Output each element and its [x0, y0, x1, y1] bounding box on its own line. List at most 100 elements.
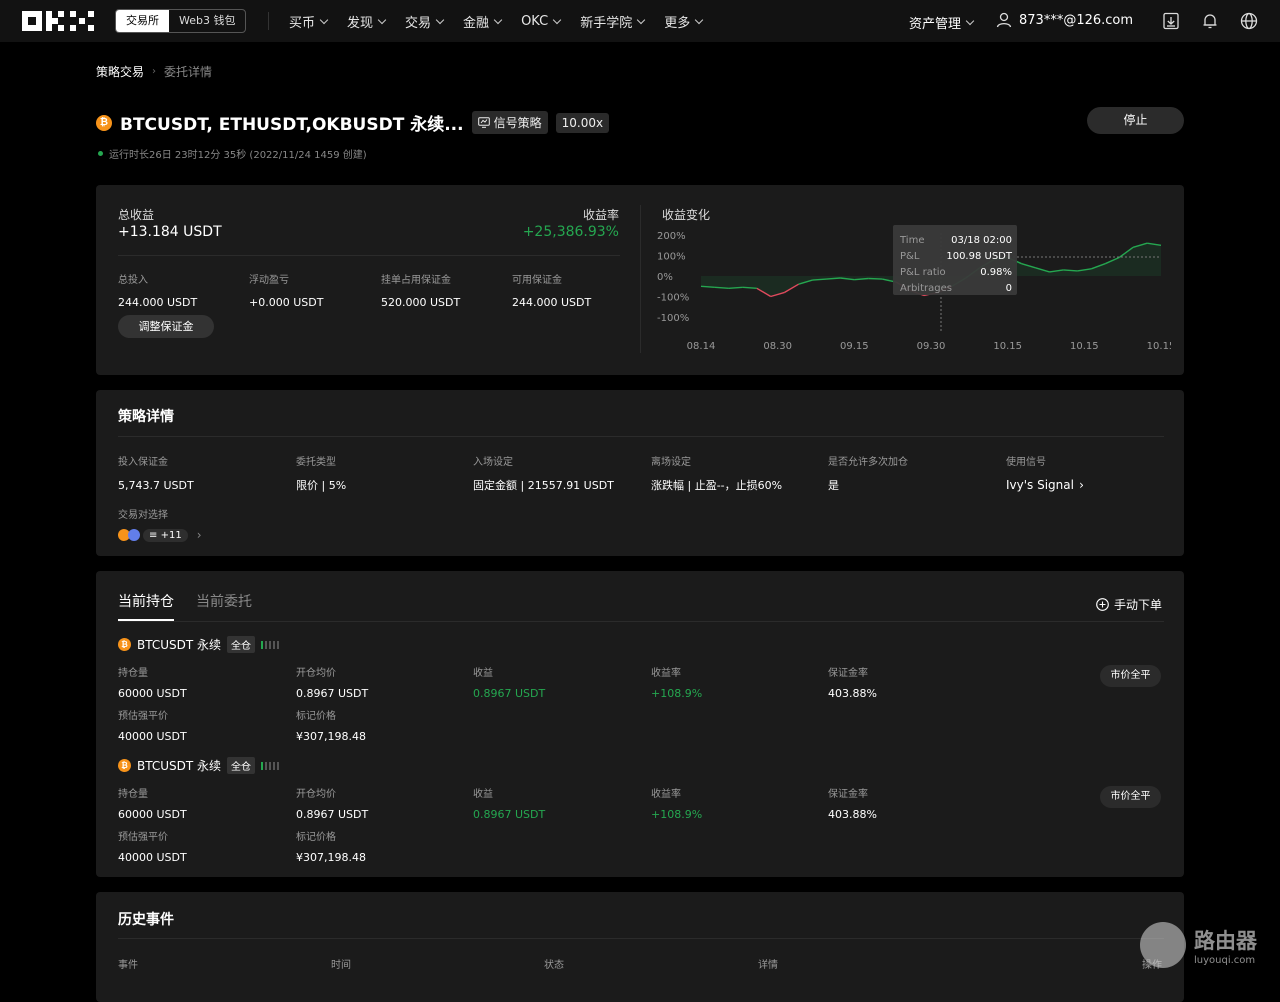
series-segment: [1063, 269, 1078, 272]
x-tick-label: 10.15: [993, 341, 1022, 352]
breadcrumb-order-detail: 委托详情: [164, 65, 213, 79]
pnl-chart[interactable]: 200% 100% 0% -100% -100% 08.14 08.30 09.15 09.30…: [656, 225, 1171, 355]
chevron-right-icon: ›: [196, 528, 202, 542]
stat-floating-pnl: 浮动盈亏 +0.000 USDT: [249, 275, 324, 309]
section-title: 历史事件: [118, 912, 174, 928]
nav-more[interactable]: 更多: [664, 12, 704, 31]
tooltip-value: 0: [1006, 283, 1012, 294]
divider: [118, 436, 1164, 437]
strategy-detail-card: 策略详情 投入保证金 5,743.7 USDT 委托类型 限价 | 5% 入场设定固…: [96, 390, 1184, 556]
position-pnl-rate: 收益率 +108.9%: [651, 789, 703, 821]
divider: [118, 938, 1164, 939]
stop-button[interactable]: 停止: [1087, 107, 1184, 134]
position-pnl: 收益 0.8967 USDT: [473, 668, 546, 700]
nav-okc[interactable]: OKC: [521, 14, 562, 29]
total-pnl-value: +13.184 USDT: [118, 224, 222, 240]
signal-icon: [477, 117, 490, 128]
position-pnl: 收益 0.8967 USDT: [473, 789, 546, 821]
nav-academy[interactable]: 新手学院: [580, 12, 646, 31]
column-header-detail: 详情: [758, 960, 778, 971]
market-close-button[interactable]: 市价全平: [1100, 665, 1161, 687]
stat-available-margin: 可用保证金 244.000 USDT: [512, 275, 592, 309]
risk-level-icon: [261, 761, 280, 770]
series-segment: [742, 286, 757, 289]
market-close-button[interactable]: 市价全平: [1100, 786, 1161, 808]
bitcoin-icon: ₿: [118, 638, 131, 651]
margin-mode-badge: 全仓: [227, 636, 256, 653]
bell-icon[interactable]: [1201, 12, 1219, 30]
position-avg-price: 开仓均价 0.8967 USDT: [296, 668, 369, 700]
exchange-tab[interactable]: 交易所: [116, 10, 169, 32]
y-tick-label: 0%: [657, 272, 673, 283]
detail-signal[interactable]: 使用信号 Ivy's Signal ›: [1006, 453, 1084, 493]
user-account-menu[interactable]: 873***@126.com: [996, 12, 1133, 28]
detail-entry-setting: 入场设定 固定金额 | 21557.91 USDT: [473, 457, 614, 492]
pair-selection[interactable]: 交易对选择 ≡ +11 ›: [118, 503, 202, 542]
column-header-time: 时间: [331, 960, 351, 971]
exchange-wallet-switch: 交易所 Web3 钱包: [115, 9, 247, 33]
web3-wallet-tab[interactable]: Web3 钱包: [169, 10, 245, 32]
x-tick-label: 10.15: [1147, 341, 1171, 352]
tooltip-label: Time: [899, 235, 924, 246]
position-pnl-rate: 收益率 +108.9%: [651, 668, 703, 700]
series-segment: [812, 278, 827, 281]
detail-exit-setting: 离场设定 涨跌幅 | 止盈--，止损60%: [651, 457, 783, 492]
tooltip-label: P&L ratio: [900, 267, 946, 278]
nav-buy-crypto[interactable]: 买币: [289, 12, 329, 31]
position-qty: 持仓量 60000 USDT: [118, 789, 187, 821]
router-logo-icon: [1140, 922, 1186, 968]
position-liq-price: 预估强平价 40000 USDT: [118, 711, 187, 743]
bitcoin-icon: ₿: [96, 114, 112, 131]
breadcrumb-strategy-trading[interactable]: 策略交易: [96, 63, 144, 80]
tooltip-value: 0.98%: [980, 267, 1012, 278]
breadcrumb: 策略交易 › 委托详情: [96, 63, 212, 80]
chevron-down-icon: [493, 15, 503, 24]
series-segment: [868, 277, 883, 280]
chart-title: 收益变化: [662, 208, 711, 222]
chevron-down-icon: [965, 16, 975, 26]
nav-trade[interactable]: 交易: [405, 12, 445, 31]
series-segment: [728, 286, 743, 289]
stat-total-invest: 总投入 244.000 USDT: [118, 275, 198, 309]
download-icon[interactable]: [1162, 12, 1180, 30]
manual-order-button[interactable]: 手动下单: [1096, 596, 1162, 613]
adjust-margin-button[interactable]: 调整保证金: [118, 315, 214, 338]
total-pnl-label: 总收益: [118, 208, 155, 222]
y-tick-label: -100%: [657, 293, 689, 304]
column-header-status: 状态: [544, 960, 564, 971]
y-tick-label: -100%: [657, 313, 689, 324]
tooltip-label: P&L: [900, 251, 920, 262]
running-status-icon: [98, 151, 103, 156]
position-qty: 持仓量 60000 USDT: [118, 668, 187, 700]
nav-finance[interactable]: 金融: [463, 12, 503, 31]
y-tick-label: 100%: [657, 252, 686, 263]
y-tick-label: 200%: [657, 231, 686, 242]
tooltip-value: 100.98 USDT: [946, 251, 1013, 262]
x-tick-label: 08.14: [687, 341, 716, 352]
detail-margin: 投入保证金 5,743.7 USDT: [118, 457, 194, 492]
x-tick-label: 08.30: [763, 341, 792, 352]
pair-icon-list: ≡ +11 ›: [118, 528, 202, 542]
divider: [118, 255, 620, 256]
okx-logo[interactable]: [22, 11, 94, 31]
positions-tabs: 当前持仓 当前委托: [118, 591, 252, 621]
section-title: 策略详情: [118, 409, 174, 425]
series-segment: [714, 286, 729, 289]
position-header: ₿ BTCUSDT 永续 全仓: [118, 636, 280, 653]
globe-icon[interactable]: [1240, 12, 1258, 30]
tab-current-orders[interactable]: 当前委托: [196, 591, 252, 621]
coin-stack-icon: ≡: [149, 529, 158, 541]
margin-mode-badge: 全仓: [227, 757, 256, 774]
tooltip-label: Arbitrages: [900, 283, 952, 294]
more-pairs-badge: ≡ +11: [143, 528, 188, 542]
detail-order-type: 委托类型 限价 | 5%: [296, 457, 347, 492]
asset-management-menu[interactable]: 资产管理: [909, 13, 975, 32]
ethereum-icon: [128, 529, 140, 541]
x-tick-label: 09.15: [840, 341, 869, 352]
runtime-info: 运行时长26日 23时12分 35秒 (2022/11/24 1459 创建): [98, 146, 367, 161]
nav-discover[interactable]: 发现: [347, 12, 387, 31]
top-bar: 交易所 Web3 钱包 买币 发现 交易 金融 OKC 新手学院 更多 资产管理…: [0, 0, 1280, 42]
x-tick-label: 09.30: [917, 341, 946, 352]
tab-current-positions[interactable]: 当前持仓: [118, 591, 174, 621]
positions-card: 当前持仓 当前委托 手动下单 ₿ BTCUSDT 永续 全仓 持仓量 60000 …: [96, 571, 1184, 877]
